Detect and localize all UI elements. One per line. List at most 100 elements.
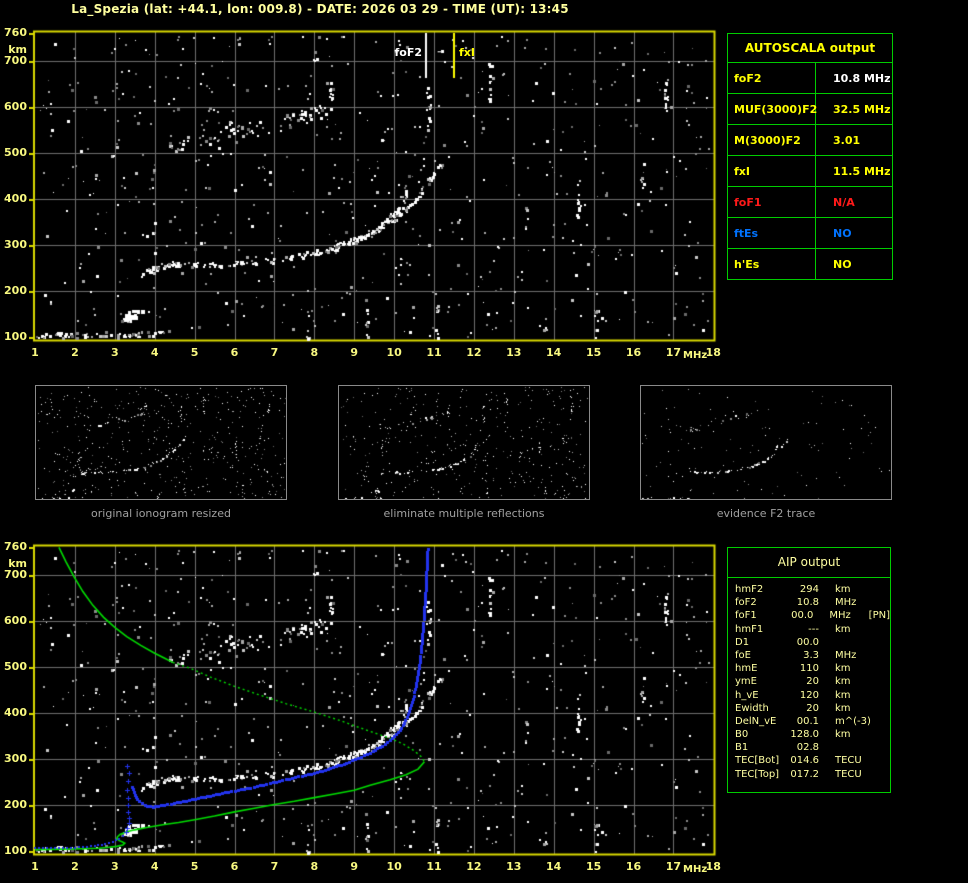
x-tick-label: 1 xyxy=(24,860,46,873)
thumbnail-f2-canvas xyxy=(640,385,892,500)
y-tick-label: 100 xyxy=(0,330,27,343)
parameter-value: 00.0 xyxy=(785,636,819,649)
parameter-label: foF1 xyxy=(728,187,816,217)
parameter-value: N/A xyxy=(816,187,892,217)
parameter-label: fxI xyxy=(728,156,816,186)
thumbnail-f2-trace: evidence F2 trace xyxy=(640,385,892,520)
thumbnail-eliminate-canvas xyxy=(338,385,590,500)
aip-table-row: DelN_vE00.1m^(-3) xyxy=(735,715,890,728)
y-tick-label: 400 xyxy=(0,706,27,719)
autoscala-table-row: fxI11.5 MHz xyxy=(728,156,892,187)
x-tick-label: 13 xyxy=(503,346,525,359)
x-tick-label: 2 xyxy=(64,346,86,359)
parameter-value: 11.5 MHz xyxy=(816,156,892,186)
aip-table-row: D100.0 xyxy=(735,636,890,649)
parameter-value: 20 xyxy=(785,675,819,688)
parameter-label: h_vE xyxy=(735,689,785,702)
parameter-unit: km xyxy=(835,702,875,715)
x-tick-label: 2 xyxy=(64,860,86,873)
parameter-unit: km xyxy=(835,662,875,675)
x-tick-label: 11 xyxy=(423,860,445,873)
x-axis-unit-label: MHz xyxy=(683,864,707,875)
y-tick-label: 300 xyxy=(0,752,27,765)
parameter-value: 32.5 MHz xyxy=(816,94,892,124)
parameter-label: ftEs xyxy=(728,218,816,248)
parameter-unit: TECU xyxy=(835,754,875,767)
parameter-label: B0 xyxy=(735,728,785,741)
y-tick-label: 200 xyxy=(0,284,27,297)
aip-table-row: hmE110km xyxy=(735,662,890,675)
parameter-label: hmE xyxy=(735,662,785,675)
parameter-unit: MHz xyxy=(835,649,875,662)
thumbnail-caption: evidence F2 trace xyxy=(640,507,892,520)
parameter-value: 3.3 xyxy=(785,649,819,662)
marker-separator: - xyxy=(437,46,442,58)
x-tick-label: 6 xyxy=(224,860,246,873)
aip-table-row: foE3.3 MHz xyxy=(735,649,890,662)
x-tick-label: 3 xyxy=(104,860,126,873)
thumbnail-caption: eliminate multiple reflections xyxy=(338,507,590,520)
aip-output-table: AIP output hmF2294kmfoF210.8MHzfoF100.0M… xyxy=(727,547,891,793)
x-tick-label: 4 xyxy=(144,346,166,359)
x-tick-label: 4 xyxy=(144,860,166,873)
x-tick-label: 5 xyxy=(184,346,206,359)
parameter-label: DelN_vE xyxy=(735,715,785,728)
parameter-value: 10.8 xyxy=(785,596,819,609)
parameter-value: 00.0 xyxy=(782,609,814,622)
parameter-flag: [PN] xyxy=(869,609,890,622)
parameter-unit: m^(-3) xyxy=(835,715,875,728)
y-tick-label: 400 xyxy=(0,192,27,205)
x-tick-label: 17 xyxy=(662,346,684,359)
x-tick-label: 6 xyxy=(224,346,246,359)
autoscala-table-row: h'EsNO xyxy=(728,249,892,279)
scaled-ionogram-canvas xyxy=(29,29,717,343)
x-tick-label: 14 xyxy=(543,346,565,359)
x-tick-label: 10 xyxy=(383,346,405,359)
parameter-label: B1 xyxy=(735,741,785,754)
x-tick-label: 16 xyxy=(623,346,645,359)
autoscala-table-row: foF210.8 MHz xyxy=(728,63,892,94)
x-tick-label: 12 xyxy=(463,860,485,873)
x-tick-label: 17 xyxy=(662,860,684,873)
parameter-unit: MHz xyxy=(829,609,866,622)
autoscala-table-row: ftEsNO xyxy=(728,218,892,249)
parameter-unit: km xyxy=(835,728,875,741)
y-tick-label: 100 xyxy=(0,844,27,857)
y-tick-label: 200 xyxy=(0,798,27,811)
station-title: La_Spezia (lat: +44.1, lon: 009.8) - DAT… xyxy=(30,2,610,16)
parameter-unit xyxy=(835,636,875,649)
parameter-unit xyxy=(835,741,875,754)
parameter-value: 02.8 xyxy=(785,741,819,754)
x-tick-label: 9 xyxy=(343,346,365,359)
parameter-label: MUF(3000)F2 xyxy=(728,94,816,124)
y-tick-label: 760 xyxy=(0,26,27,39)
x-tick-label: 3 xyxy=(104,346,126,359)
thumbnail-original-canvas xyxy=(35,385,287,500)
aip-table-row: B102.8 xyxy=(735,741,890,754)
x-tick-label: 7 xyxy=(263,346,285,359)
x-axis-unit-label: MHz xyxy=(683,350,707,361)
y-axis-unit-label: km xyxy=(0,43,27,56)
parameter-label: Ewidth xyxy=(735,702,785,715)
parameter-label: TEC[Bot] xyxy=(735,754,785,767)
x-tick-label: 14 xyxy=(543,860,565,873)
parameter-label: foF2 xyxy=(735,596,785,609)
parameter-value: 128.0 xyxy=(785,728,819,741)
fof2-marker-label: foF2 xyxy=(379,47,422,59)
autoscala-table-header: AUTOSCALA output xyxy=(728,34,892,63)
aip-table-row: foF100.0MHz[PN] xyxy=(735,609,890,622)
x-tick-label: 16 xyxy=(623,860,645,873)
aip-table-row: TEC[Bot]014.6TECU xyxy=(735,754,890,767)
aip-table-row: Ewidth20km xyxy=(735,702,890,715)
x-tick-label: 10 xyxy=(383,860,405,873)
parameter-label: h'Es xyxy=(728,249,816,279)
x-tick-label: 13 xyxy=(503,860,525,873)
y-axis-unit-label: km xyxy=(0,557,27,570)
parameter-value: 294 xyxy=(785,583,819,596)
parameter-unit: km xyxy=(835,675,875,688)
aip-table-row: hmF1---km xyxy=(735,623,890,636)
parameter-label: foE xyxy=(735,649,785,662)
thumbnail-original-ionogram: original ionogram resized xyxy=(35,385,287,520)
x-tick-label: 7 xyxy=(263,860,285,873)
aip-profile-canvas xyxy=(29,543,717,857)
